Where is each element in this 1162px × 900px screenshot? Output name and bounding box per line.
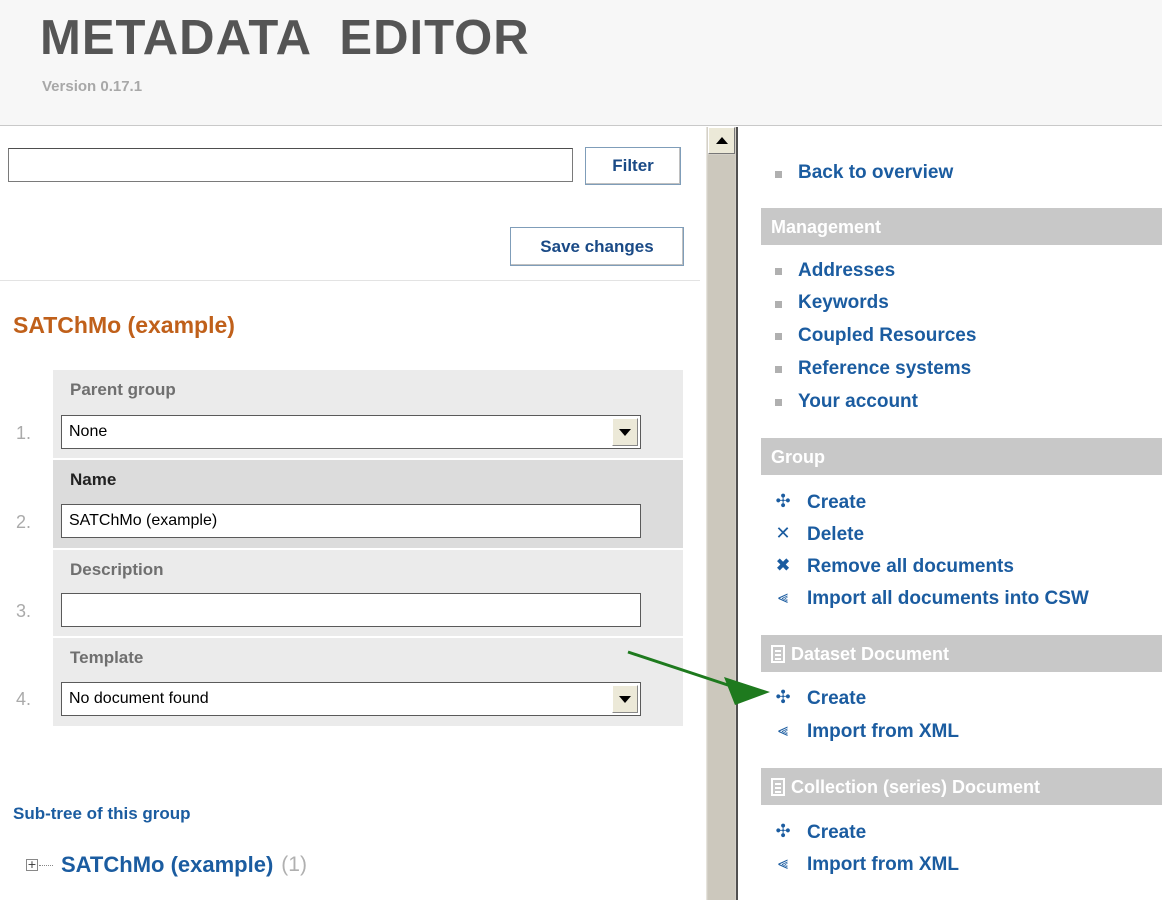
field-number: 2. — [16, 512, 32, 532]
tree-item-label[interactable]: SATChMo (example) — [61, 852, 273, 878]
dataset-create-link[interactable]: Create — [807, 688, 866, 710]
management-link-your-account[interactable]: Your account — [798, 391, 918, 413]
select-value: No document found — [69, 690, 209, 707]
plus-outline-icon[interactable]: ✣ — [773, 822, 793, 842]
tree-item-count: (1) — [281, 853, 307, 876]
right-panel: Back to overview Management Addresses Ke… — [738, 127, 1162, 900]
save-changes-button[interactable]: Save changes — [510, 227, 684, 266]
bullet-icon — [775, 333, 782, 340]
template-select[interactable]: No document found — [61, 682, 641, 716]
remove-all-documents-link[interactable]: Remove all documents — [807, 556, 1014, 578]
name-input[interactable] — [61, 504, 641, 538]
document-icon — [771, 645, 785, 663]
group-title: SATChMo (example) — [13, 312, 235, 338]
chevron-down-icon[interactable] — [612, 418, 638, 446]
field-number: 4. — [16, 689, 32, 709]
field-label: Template — [70, 648, 144, 667]
collection-create-link[interactable]: Create — [807, 822, 866, 844]
field-label: Description — [70, 560, 164, 579]
bullet-icon — [775, 366, 782, 373]
app-title: METADATA EDITOR — [40, 11, 530, 65]
section-header-collection-document: Collection (series) Document — [761, 768, 1162, 805]
section-header-label: Dataset Document — [791, 644, 950, 664]
left-panel: Filter Save changes SATChMo (example) Pa… — [0, 127, 700, 900]
bullet-icon — [775, 268, 782, 275]
bullet-icon — [775, 171, 782, 178]
import-all-into-csw-link[interactable]: Import all documents into CSW — [807, 588, 1089, 610]
description-input[interactable] — [61, 593, 641, 627]
filter-input[interactable] — [8, 148, 573, 182]
collection-import-xml-link[interactable]: Import from XML — [807, 854, 959, 876]
filter-button[interactable]: Filter — [585, 147, 681, 185]
management-link-addresses[interactable]: Addresses — [798, 260, 895, 282]
import-arrow-icon[interactable]: ⫷ — [773, 721, 793, 741]
tree-item: + SATChMo (example) (1) — [26, 852, 307, 878]
group-create-link[interactable]: Create — [807, 492, 866, 514]
section-header-group: Group — [761, 438, 1162, 475]
dataset-import-xml-link[interactable]: Import from XML — [807, 721, 959, 743]
remove-all-x-icon[interactable]: ✖ — [773, 556, 793, 576]
bullet-icon — [775, 399, 782, 406]
section-header-label: Collection (series) Document — [791, 777, 1041, 797]
import-arrow-icon[interactable]: ⫷ — [773, 854, 793, 874]
back-to-overview-link[interactable]: Back to overview — [798, 162, 953, 184]
app-header: METADATA EDITOR Version 0.17.1 — [0, 0, 1162, 126]
group-delete-link[interactable]: Delete — [807, 524, 864, 546]
field-number: 3. — [16, 601, 32, 621]
bullet-icon — [775, 301, 782, 308]
expand-icon[interactable]: + — [26, 859, 38, 871]
management-link-reference-systems[interactable]: Reference systems — [798, 358, 971, 380]
field-number: 1. — [16, 423, 32, 443]
management-link-coupled-resources[interactable]: Coupled Resources — [798, 325, 976, 347]
plus-outline-icon[interactable]: ✣ — [773, 688, 793, 708]
section-header-dataset-document: Dataset Document — [761, 635, 1162, 672]
field-label: Name — [70, 470, 117, 489]
document-icon — [771, 778, 785, 796]
section-header-management: Management — [761, 208, 1162, 245]
parent-group-select[interactable]: None — [61, 415, 641, 449]
field-label: Parent group — [70, 380, 176, 399]
app-version: Version 0.17.1 — [42, 78, 143, 95]
tree-connector — [39, 864, 53, 866]
scroll-thumb[interactable] — [708, 155, 735, 900]
divider — [0, 280, 700, 281]
vertical-scrollbar[interactable] — [706, 127, 736, 900]
import-arrow-icon[interactable]: ⫷ — [773, 588, 793, 608]
management-link-keywords[interactable]: Keywords — [798, 292, 889, 314]
scroll-up-button[interactable] — [708, 127, 735, 154]
arrow-up-icon — [715, 137, 728, 144]
chevron-down-icon[interactable] — [612, 685, 638, 713]
plus-outline-icon[interactable]: ✣ — [773, 492, 793, 512]
select-value: None — [69, 423, 108, 440]
delete-x-icon[interactable]: ✕ — [773, 524, 793, 544]
subtree-heading: Sub-tree of this group — [13, 804, 191, 823]
